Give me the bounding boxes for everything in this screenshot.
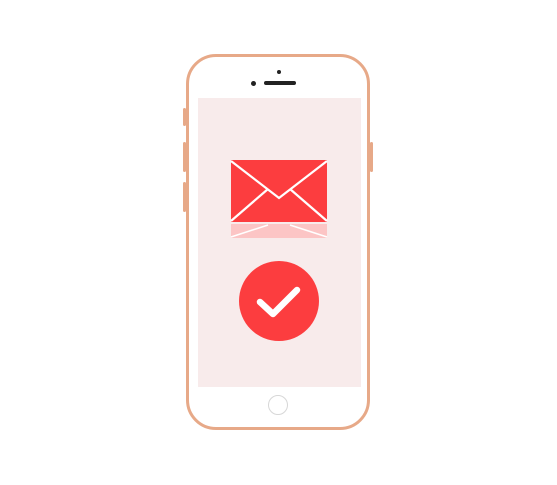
envelope-icon bbox=[230, 160, 328, 238]
front-sensor bbox=[277, 70, 281, 74]
front-camera bbox=[251, 81, 256, 86]
check-circle-icon bbox=[239, 261, 319, 341]
phone-screen bbox=[198, 98, 361, 387]
illustration bbox=[0, 0, 557, 485]
earpiece-speaker bbox=[264, 81, 296, 85]
home-button[interactable] bbox=[268, 395, 288, 415]
power-button bbox=[370, 142, 373, 172]
